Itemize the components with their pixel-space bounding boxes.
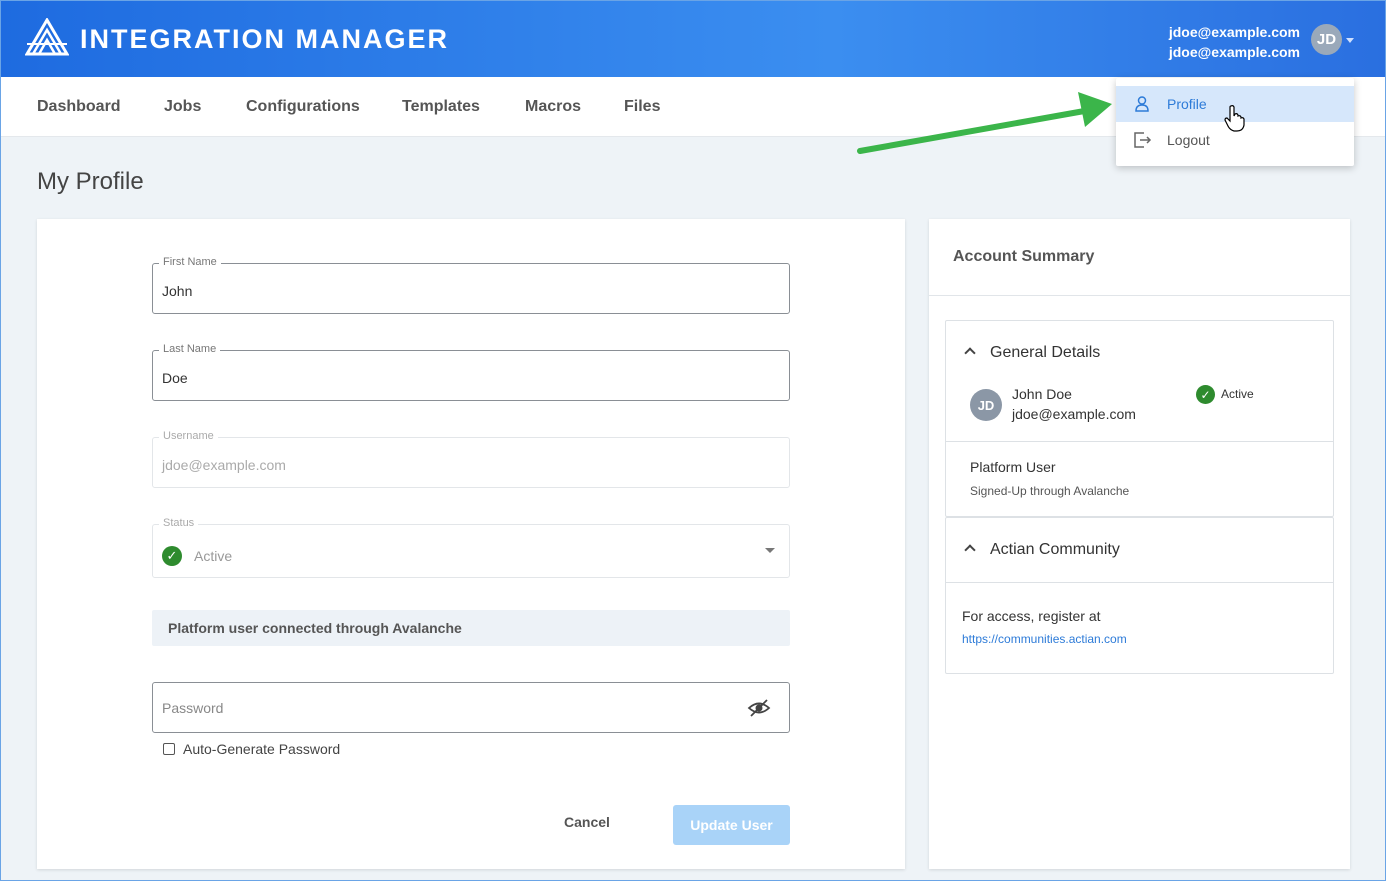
page-title: My Profile — [37, 168, 144, 195]
account-summary-title: Account Summary — [953, 248, 1095, 265]
divider — [946, 582, 1333, 583]
user-email-primary: jdoe@example.com — [1168, 24, 1300, 40]
divider — [929, 295, 1350, 296]
dropdown-caret-icon — [765, 548, 775, 553]
update-user-button[interactable]: Update User — [673, 805, 790, 845]
password-field[interactable]: Password — [152, 682, 790, 733]
actian-community-panel: Actian Community For access, register at… — [945, 517, 1334, 674]
username-value: jdoe@example.com — [162, 457, 286, 473]
community-link[interactable]: https://communities.actian.com — [962, 632, 1127, 646]
user-icon — [1135, 96, 1149, 112]
info-banner: Platform user connected through Avalanch… — [152, 610, 790, 646]
actian-community-title[interactable]: Actian Community — [990, 541, 1120, 559]
divider — [946, 441, 1333, 442]
nav-item-files[interactable]: Files — [624, 98, 660, 116]
avatar: JD — [970, 389, 1002, 421]
header-avatar[interactable]: JD — [1311, 24, 1342, 55]
menu-item-label: Logout — [1167, 132, 1210, 148]
last-name-label: Last Name — [159, 343, 221, 355]
chevron-up-icon[interactable] — [964, 347, 976, 359]
user-email-secondary: jdoe@example.com — [1168, 44, 1300, 60]
chevron-up-icon[interactable] — [964, 544, 976, 556]
user-role: Platform User — [970, 459, 1056, 475]
auto-generate-label[interactable]: Auto-Generate Password — [183, 741, 340, 757]
first-name-field[interactable]: First Name John — [152, 256, 790, 314]
hand-cursor-icon — [1224, 105, 1245, 132]
user-role-detail: Signed-Up through Avalanche — [970, 484, 1130, 498]
last-name-value[interactable]: Doe — [162, 370, 188, 386]
status-badge: Active — [1221, 387, 1254, 401]
first-name-value[interactable]: John — [162, 283, 192, 299]
top-header-bar: INTEGRATION MANAGER jdoe@example.com jdo… — [0, 0, 1386, 77]
last-name-field[interactable]: Last Name Doe — [152, 343, 790, 401]
status-label: Status — [159, 517, 199, 529]
logout-icon — [1134, 132, 1152, 148]
general-details-panel: General Details JD John Doe jdoe@example… — [945, 320, 1334, 517]
nav-item-templates[interactable]: Templates — [402, 98, 480, 116]
check-circle-icon: ✓ — [162, 546, 182, 566]
nav-item-jobs[interactable]: Jobs — [164, 98, 201, 116]
community-text: For access, register at — [962, 608, 1101, 624]
nav-item-macros[interactable]: Macros — [525, 98, 581, 116]
cancel-button[interactable]: Cancel — [552, 811, 622, 833]
status-value: Active — [194, 548, 233, 564]
password-placeholder: Password — [162, 700, 224, 716]
integration-manager-logo-icon[interactable] — [25, 18, 69, 56]
status-select: Status ✓ Active — [152, 517, 790, 578]
menu-item-label: Profile — [1167, 96, 1207, 112]
chevron-down-icon[interactable] — [1346, 38, 1354, 43]
eye-off-icon[interactable] — [747, 697, 771, 719]
auto-generate-checkbox[interactable] — [163, 743, 175, 755]
nav-item-dashboard[interactable]: Dashboard — [37, 98, 121, 116]
user-email: jdoe@example.com — [1012, 406, 1136, 422]
nav-item-configurations[interactable]: Configurations — [246, 98, 360, 116]
username-field: Username jdoe@example.com — [152, 430, 790, 488]
general-details-title[interactable]: General Details — [990, 344, 1100, 362]
app-title: INTEGRATION MANAGER — [80, 24, 449, 54]
username-label: Username — [159, 430, 218, 442]
check-circle-icon: ✓ — [1196, 385, 1215, 404]
user-info[interactable]: jdoe@example.com jdoe@example.com — [1169, 22, 1300, 62]
user-name: John Doe — [1012, 386, 1072, 402]
first-name-label: First Name — [159, 256, 221, 268]
